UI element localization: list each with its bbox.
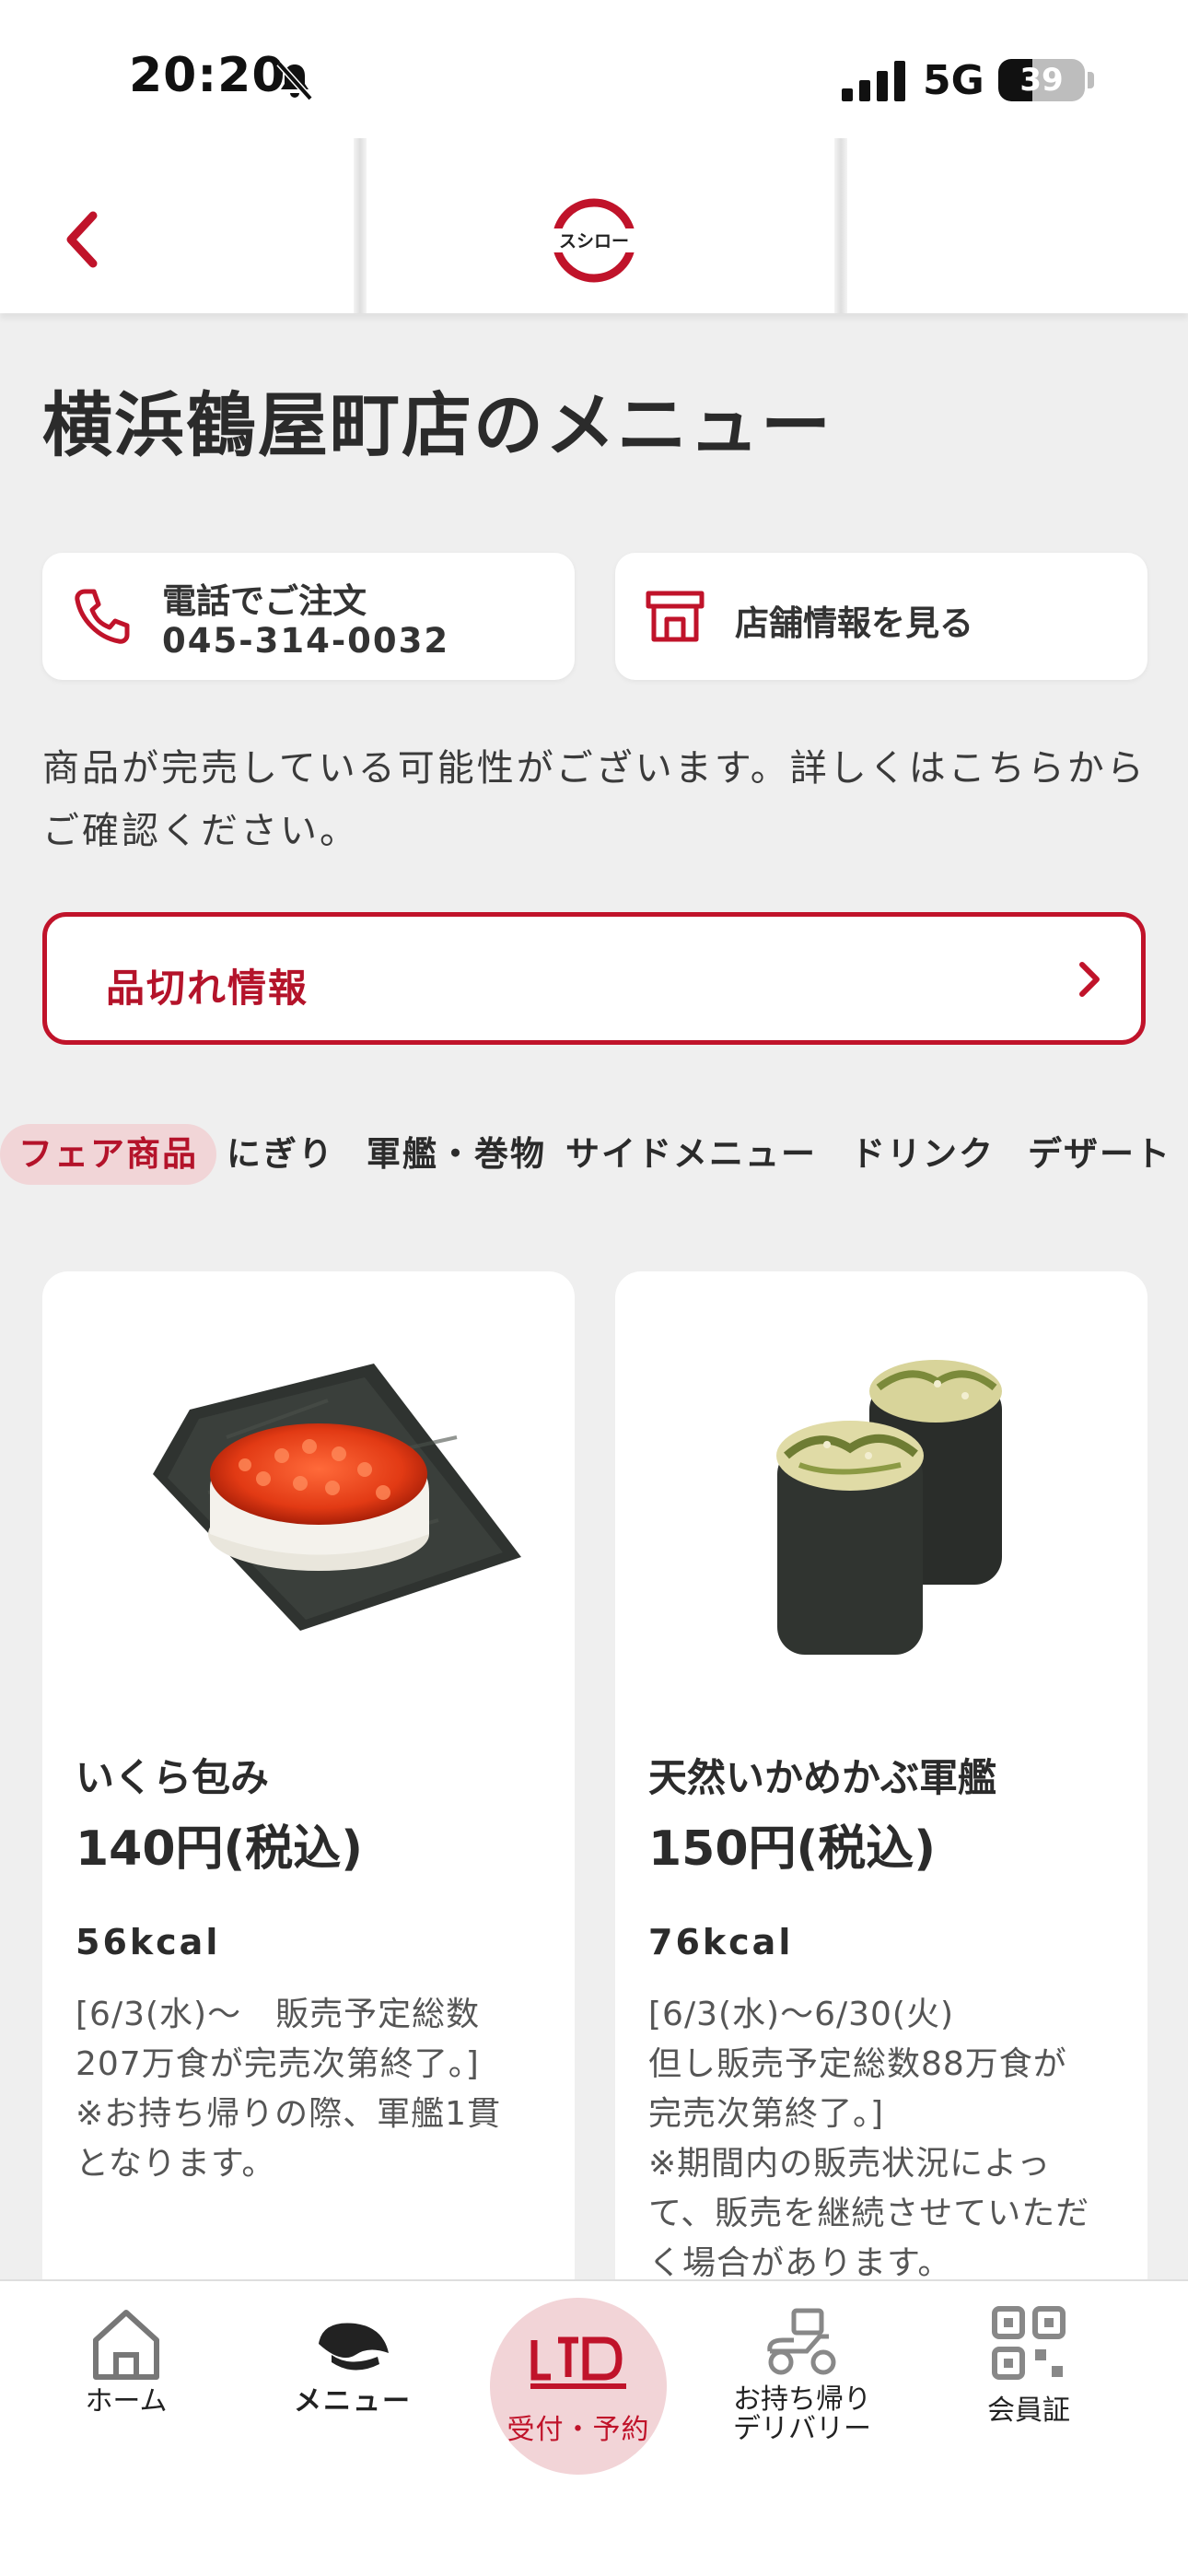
svg-text:スシロー: スシロー [559, 231, 629, 252]
soldout-info-button[interactable]: 品切れ情報 [42, 912, 1146, 1045]
store-info-button[interactable]: 店舗情報を見る [615, 553, 1147, 680]
header-divider [834, 138, 847, 313]
nav-takeout[interactable]: お持ち帰り デリバリー [696, 2281, 908, 2465]
phone-number: 045-314-0032 [162, 621, 450, 661]
chevron-right-icon [1079, 962, 1100, 997]
sushi-icon [319, 2323, 389, 2371]
nav-reserve-button[interactable]: 受付・予約 [490, 2298, 667, 2475]
nav-reserve-label: 受付・予約 [507, 2414, 650, 2446]
product-card[interactable]: いくら包み 140円(税込) 56kcal [6/3(水)〜 販売予定総数 20… [42, 1271, 575, 2340]
category-tabs: フェア商品 にぎり 軍艦・巻物 サイドメニュー ドリンク デザート [0, 1124, 1188, 1198]
nav-home-label: ホーム [85, 2385, 168, 2418]
chevron-left-icon [66, 211, 98, 268]
bell-muted-icon [276, 61, 313, 101]
product-card[interactable]: 天然いかめかぶ軍艦 150円(税込) 76kcal [6/3(水)〜6/30(火… [615, 1271, 1147, 2340]
tab-fair[interactable]: フェア商品 [0, 1124, 216, 1185]
product-price: 140円(税込) [76, 1821, 364, 1877]
battery-cap [1088, 72, 1094, 88]
back-button[interactable] [50, 203, 114, 276]
nav-menu[interactable]: メニュー [247, 2281, 459, 2465]
sushiro-logo[interactable]: スシロー [551, 197, 637, 284]
battery-icon: 39 [998, 59, 1085, 101]
nav-menu-label: メニュー [294, 2385, 412, 2418]
ika-mekabu-gunkan-image [776, 1360, 1002, 1655]
soldout-info-label: 品切れ情報 [106, 966, 309, 1011]
tab-dessert[interactable]: デザート [1028, 1124, 1171, 1185]
phone-order-button[interactable]: 電話でご注文 045-314-0032 [42, 553, 575, 680]
signal-icon [842, 61, 905, 101]
status-bar: 20:20 5G 39 [0, 0, 1188, 138]
product-kcal: 56kcal [76, 1922, 221, 1962]
page-title: 横浜鶴屋町店のメニュー [42, 384, 833, 466]
product-description: [6/3(水)〜6/30(火) 但し販売予定総数88万食が 完売次第終了。] ※… [648, 1996, 1090, 2282]
store-icon [646, 591, 705, 642]
nav-takeout-label-1: お持ち帰り [733, 2383, 871, 2416]
nav-home[interactable]: ホーム [20, 2281, 232, 2465]
tab-side-menu[interactable]: サイドメニュー [565, 1124, 817, 1185]
network-label: 5G [923, 57, 984, 104]
phone-icon [75, 589, 130, 644]
delivery-scooter-icon [767, 2308, 836, 2375]
product-kcal: 76kcal [648, 1922, 794, 1962]
tab-gunkan-maki[interactable]: 軍艦・巻物 [367, 1124, 546, 1185]
product-name: いくら包み [76, 1755, 270, 1800]
nav-member-card[interactable]: 会員証 [923, 2281, 1135, 2465]
phone-order-label: 電話でご注文 [162, 581, 367, 621]
qr-code-icon [992, 2306, 1066, 2380]
product-price: 150円(税込) [648, 1821, 937, 1877]
nav-takeout-label-2: デリバリー [733, 2413, 871, 2445]
product-name: 天然いかめかぶ軍艦 [648, 1755, 997, 1800]
store-info-label: 店舗情報を見る [735, 603, 973, 643]
ikura-tsutsumi-image [153, 1364, 521, 1631]
product-description: [6/3(水)〜 販売予定総数 207万食が完売次第終了。] ※お持ち帰りの際、… [76, 1996, 502, 2183]
soldout-notice: 商品が完売している可能性がございます。詳しくはこちらからご確認ください。 [42, 747, 1147, 852]
status-time: 20:20 [129, 48, 286, 103]
nav-member-label: 会員証 [987, 2395, 1070, 2427]
home-icon [93, 2310, 159, 2380]
battery-level: 39 [1019, 62, 1064, 99]
tab-nigiri[interactable]: にぎり [227, 1124, 334, 1185]
reserve-icon [530, 2336, 626, 2389]
header-divider [354, 138, 367, 313]
tab-drink[interactable]: ドリンク [851, 1124, 995, 1185]
